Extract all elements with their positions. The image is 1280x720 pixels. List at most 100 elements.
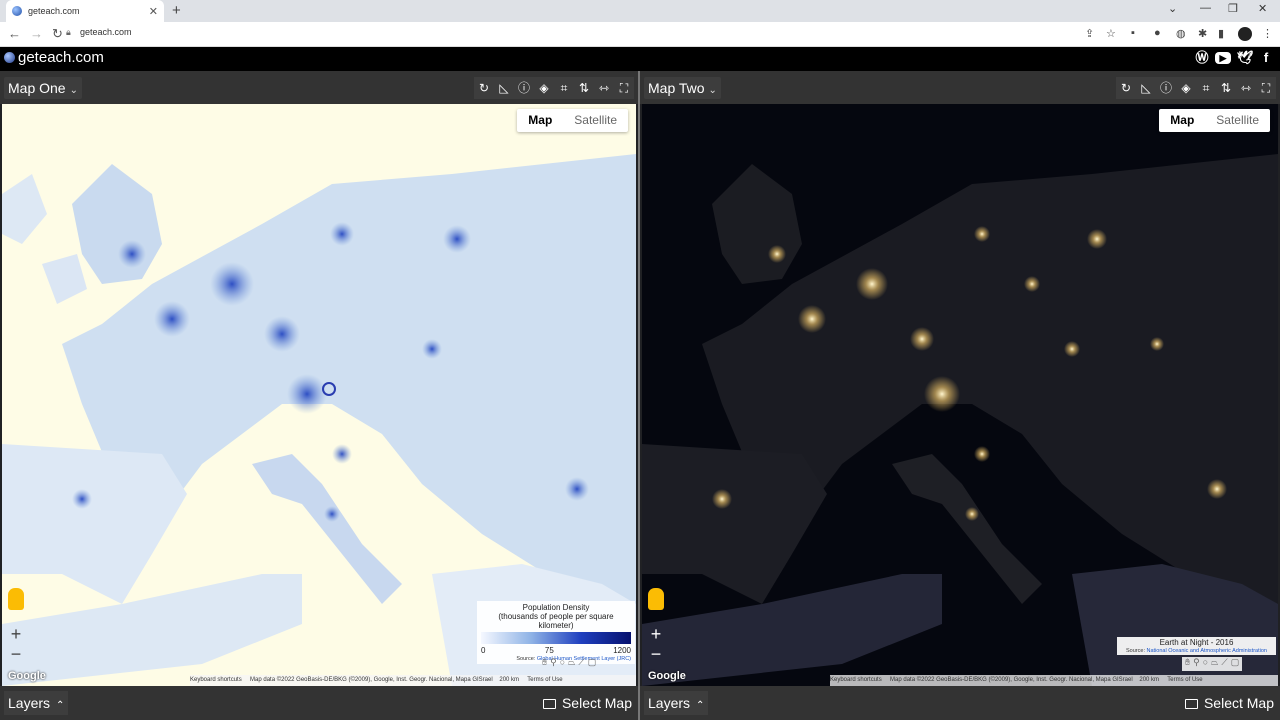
map-panel-one: Map One ⌄ ↻ ◺ ⓘ ◈ ⌗ ⇅ ⇿ ⛶ Map Satellite … — [0, 71, 638, 720]
menu-icon[interactable]: ⋮ — [1262, 27, 1273, 40]
wordpress-icon[interactable]: Ⓦ — [1194, 50, 1210, 66]
extension-icon[interactable]: ▪ — [1131, 27, 1135, 39]
map-type-map[interactable]: Map — [517, 109, 563, 132]
panel-toolbar: Map One ⌄ ↻ ◺ ⓘ ◈ ⌗ ⇅ ⇿ ⛶ — [0, 71, 638, 104]
tab-title: geteach.com — [28, 6, 80, 16]
map-attribution: Keyboard shortcuts Map data ©2022 GeoBas… — [830, 675, 1278, 686]
swap-icon[interactable]: ⇅ — [574, 77, 594, 99]
folder-icon — [1184, 699, 1198, 709]
legend-source-prefix: Source: — [1126, 648, 1145, 654]
measure-icon[interactable]: ◺ — [494, 77, 514, 99]
zoom-out-button[interactable]: − — [6, 644, 26, 664]
circle-icon[interactable]: ○ — [1203, 657, 1208, 671]
forward-icon[interactable]: → — [30, 26, 43, 41]
map-graphic — [642, 154, 1278, 686]
info-icon[interactable]: ⓘ — [1156, 77, 1176, 99]
minimize-icon[interactable]: — — [1200, 2, 1211, 14]
terms-link[interactable]: Terms of Use — [1167, 677, 1202, 683]
select-map-button[interactable]: Select Map — [1184, 691, 1274, 715]
map-type-map[interactable]: Map — [1159, 109, 1205, 132]
youtube-icon[interactable]: ▶ — [1215, 52, 1231, 64]
terms-link[interactable]: Terms of Use — [527, 677, 562, 683]
split-icon[interactable]: ⇿ — [1236, 77, 1256, 99]
chevron-up-icon: ⌃ — [56, 700, 65, 711]
measure-icon[interactable]: ◺ — [1136, 77, 1156, 99]
facebook-icon[interactable]: f — [1258, 50, 1274, 66]
location-extension-icon[interactable]: ● — [1154, 27, 1161, 39]
hand-icon[interactable]: ✋︎ — [1185, 657, 1190, 671]
zoom-out-button[interactable]: − — [646, 644, 666, 664]
map-tools: ↻ ◺ ⓘ ◈ ⌗ ⇅ ⇿ ⛶ — [1116, 77, 1276, 99]
map-selector-two[interactable]: Map Two ⌄ — [644, 77, 721, 99]
back-icon[interactable]: ← — [8, 26, 21, 41]
map-type-satellite[interactable]: Satellite — [563, 109, 628, 132]
panel-toolbar: Map Two ⌄ ↻ ◺ ⓘ ◈ ⌗ ⇅ ⇿ ⛶ — [640, 71, 1280, 104]
maximize-icon[interactable]: ❐ — [1228, 2, 1238, 15]
reload-icon[interactable]: ↻ — [52, 26, 63, 42]
twitter-icon[interactable]: 🕊︎ — [1237, 50, 1254, 66]
circle-icon[interactable]: ○ — [560, 657, 565, 671]
chevron-down-icon: ⌄ — [708, 85, 717, 96]
hand-icon[interactable]: ✋︎ — [542, 657, 547, 671]
google-logo[interactable]: Google — [8, 670, 46, 682]
line-icon[interactable]: ⟋ — [578, 657, 584, 671]
map-type-control: Map Satellite — [1159, 109, 1270, 132]
zoom-in-button[interactable]: + — [6, 624, 26, 644]
map-selector-one[interactable]: Map One ⌄ — [4, 77, 82, 99]
swap-icon[interactable]: ⇅ — [1216, 77, 1236, 99]
earth-at-night-map[interactable]: Map Satellite + − Google Earth at Night … — [642, 104, 1278, 686]
profile-avatar[interactable] — [1238, 27, 1252, 41]
browser-tab[interactable]: geteach.com ✕ — [6, 0, 164, 22]
polygon-icon[interactable]: ⏢ — [568, 657, 575, 671]
side-panel-icon[interactable]: ▮ — [1218, 27, 1224, 40]
keyboard-shortcuts-link[interactable]: Keyboard shortcuts — [830, 677, 882, 683]
street-view-pegman-icon[interactable] — [8, 588, 24, 610]
tab-search-icon[interactable]: ⌄ — [1168, 2, 1177, 15]
google-logo[interactable]: Google — [648, 670, 686, 682]
rectangle-icon[interactable]: ▢ — [1231, 657, 1240, 671]
reset-icon[interactable]: ↻ — [1116, 77, 1136, 99]
map-data-text: Map data ©2022 GeoBasis-DE/BKG (©2009), … — [890, 677, 1133, 683]
new-tab-icon[interactable]: + — [172, 2, 181, 19]
population-density-map[interactable]: Map Satellite + − Google Population Dens… — [2, 104, 636, 686]
folder-icon — [542, 699, 556, 709]
zoom-in-button[interactable]: + — [646, 624, 666, 644]
keyboard-shortcuts-link[interactable]: Keyboard shortcuts — [190, 677, 242, 683]
fullscreen-icon[interactable]: ⛶ — [614, 77, 634, 99]
url-field[interactable]: geteach.com — [80, 27, 132, 37]
window-close-icon[interactable]: ✕ — [1258, 2, 1267, 15]
extension-icon-2[interactable]: ◍ — [1176, 27, 1186, 40]
fullscreen-icon[interactable]: ⛶ — [1256, 77, 1276, 99]
rectangle-icon[interactable]: ▢ — [588, 657, 597, 671]
puzzle-icon[interactable]: ✱ — [1198, 27, 1207, 40]
legend-title: Earth at Night - 2016 — [1159, 638, 1234, 647]
marker-icon[interactable]: ⚲ — [550, 657, 557, 671]
layers-button[interactable]: Layers ⌃ — [4, 691, 69, 715]
layers-label: Layers — [648, 695, 691, 711]
site-brand[interactable]: geteach.com — [4, 49, 104, 66]
layers-button[interactable]: Layers ⌃ — [644, 691, 709, 715]
lock-icon[interactable]: 🔒︎ — [66, 27, 71, 38]
reset-icon[interactable]: ↻ — [474, 77, 494, 99]
map-type-satellite[interactable]: Satellite — [1205, 109, 1270, 132]
drawing-tools: ✋︎ ⚲ ○ ⏢ ⟋ ▢ — [542, 657, 596, 671]
split-icon[interactable]: ⇿ — [594, 77, 614, 99]
line-icon[interactable]: ⟋ — [1221, 657, 1227, 671]
close-tab-icon[interactable]: ✕ — [149, 5, 158, 18]
crop-icon[interactable]: ⌗ — [1196, 77, 1216, 99]
layers-icon[interactable]: ◈ — [1176, 77, 1196, 99]
marker-icon[interactable]: ⚲ — [1193, 657, 1200, 671]
crop-icon[interactable]: ⌗ — [554, 77, 574, 99]
legend-source-link[interactable]: National Oceanic and Atmospheric Adminis… — [1147, 648, 1267, 654]
scale-label: 200 km — [1139, 677, 1160, 683]
map-attribution: Keyboard shortcuts Map data ©2022 GeoBas… — [190, 675, 636, 686]
panel-footer: Layers ⌃ Select Map — [0, 686, 638, 720]
zoom-control: + − — [646, 624, 666, 664]
bookmark-star-icon[interactable]: ☆ — [1106, 27, 1116, 40]
share-icon[interactable]: ⇪ — [1085, 27, 1094, 40]
select-map-button[interactable]: Select Map — [542, 691, 632, 715]
info-icon[interactable]: ⓘ — [514, 77, 534, 99]
street-view-pegman-icon[interactable] — [648, 588, 664, 610]
polygon-icon[interactable]: ⏢ — [1211, 657, 1218, 671]
layers-icon[interactable]: ◈ — [534, 77, 554, 99]
